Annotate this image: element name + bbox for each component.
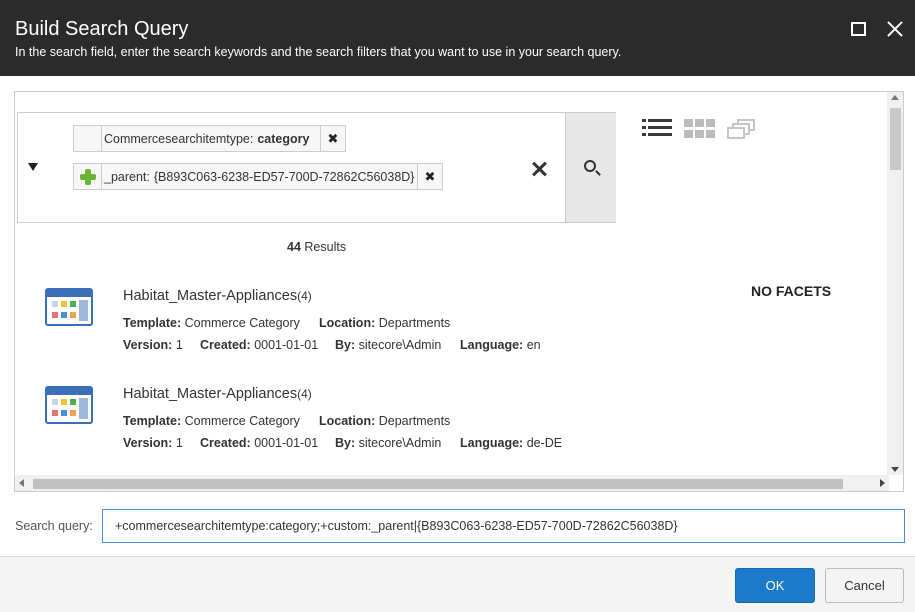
add-filter-icon [80,169,96,185]
filter-tag: _parent: {B893C063-6238-ED57-700D-72862C5… [73,163,443,190]
scroll-up-icon[interactable] [891,95,899,100]
item-version: Version: 1 [123,436,183,450]
dialog-title: Build Search Query [15,18,189,40]
search-button[interactable] [565,113,616,222]
location-value: Departments [378,316,451,330]
template-label: Template: [123,414,182,428]
filter-value: category [257,132,310,146]
version-label: Version: [123,338,173,352]
grid-view-icon[interactable] [684,119,716,141]
item-location: Location: Departments [319,316,450,330]
scroll-left-icon[interactable] [19,479,24,487]
item-name[interactable]: Habitat_Master-Appliances(4) [123,386,312,402]
created-value: 0001-01-01 [254,338,319,352]
dialog-footer: OK Cancel [0,557,915,612]
template-value: Commerce Category [184,316,300,330]
item-name[interactable]: Habitat_Master-Appliances(4) [123,288,312,304]
results-count-value: 44 [287,240,301,254]
item-name-text: Habitat_Master-Appliances [123,288,298,304]
item-children-count: (4) [297,387,312,401]
dropdown-arrow-icon[interactable] [28,163,38,171]
filter-tag: Commercesearchitemtype: category ✖ [73,125,346,152]
item-icon[interactable] [45,386,93,424]
language-value: en [526,338,541,352]
filter-tag-text[interactable]: _parent: {B893C063-6238-ED57-700D-72862C5… [104,170,414,184]
created-label: Created: [200,338,251,352]
by-label: By: [335,338,356,352]
maximize-icon[interactable] [847,18,869,40]
item-template: Template: Commerce Category [123,414,300,428]
location-value: Departments [378,414,451,428]
clear-icon[interactable] [530,159,550,179]
results-count-label: Results [304,240,347,254]
item-version: Version: 1 [123,338,183,352]
language-label: Language: [460,436,524,450]
item-author: By: sitecore\Admin [335,338,441,352]
item-location: Location: Departments [319,414,450,428]
dialog-subtitle: In the search field, enter the search ke… [15,45,622,59]
item-icon[interactable] [45,288,93,326]
item-language: Language: de-DE [460,436,562,450]
search-box: Commercesearchitemtype: category ✖ _paren… [17,112,616,223]
results-count: 44 Results [287,240,346,254]
scroll-down-icon[interactable] [891,467,899,472]
search-query-input[interactable] [102,509,905,543]
scroll-right-icon[interactable] [880,479,885,487]
item-template: Template: Commerce Category [123,316,300,330]
filter-tag-text[interactable]: Commercesearchitemtype: category [104,132,309,146]
version-value: 1 [175,436,183,450]
search-query-label: Search query: [15,519,93,533]
scroll-thumb[interactable] [890,108,901,170]
template-label: Template: [123,316,182,330]
version-label: Version: [123,436,173,450]
item-children-count: (4) [297,289,312,303]
scroll-thumb[interactable] [33,479,843,489]
location-label: Location: [319,414,376,428]
remove-filter-button[interactable]: ✖ [417,164,442,189]
by-label: By: [335,436,356,450]
list-item: Habitat_Master-Appliances(4) Template: C… [45,288,765,358]
location-label: Location: [319,316,376,330]
stacked-view-icon[interactable] [727,119,759,141]
item-created: Created: 0001-01-01 [200,436,318,450]
item-name-text: Habitat_Master-Appliances [123,386,298,402]
item-language: Language: en [460,338,541,352]
item-created: Created: 0001-01-01 [200,338,318,352]
filter-name: Commercesearchitemtype: [104,132,254,146]
list-item: Habitat_Master-Appliances(4) Template: C… [45,386,765,456]
item-author: By: sitecore\Admin [335,436,441,450]
version-value: 1 [175,338,183,352]
remove-filter-button[interactable]: ✖ [320,126,345,151]
add-filter-button[interactable] [74,164,102,189]
search-icon [584,160,596,172]
ok-button[interactable]: OK [735,568,815,603]
horizontal-scrollbar[interactable] [15,475,889,491]
created-value: 0001-01-01 [254,436,319,450]
cancel-button[interactable]: Cancel [825,568,904,603]
dialog-header: Build Search Query In the search field, … [0,0,915,76]
results-panel: Commercesearchitemtype: category ✖ _paren… [14,91,904,492]
by-value: sitecore\Admin [358,436,442,450]
list-view-icon[interactable] [642,119,674,141]
close-icon[interactable] [884,18,906,40]
vertical-scrollbar[interactable] [887,92,903,475]
language-value: de-DE [526,436,563,450]
language-label: Language: [460,338,524,352]
by-value: sitecore\Admin [358,338,442,352]
template-value: Commerce Category [184,414,300,428]
filter-value: {B893C063-6238-ED57-700D-72862C56038D} [153,170,415,184]
filter-name: _parent: [104,170,150,184]
created-label: Created: [200,436,251,450]
filter-tag-icon-slot [74,126,102,151]
